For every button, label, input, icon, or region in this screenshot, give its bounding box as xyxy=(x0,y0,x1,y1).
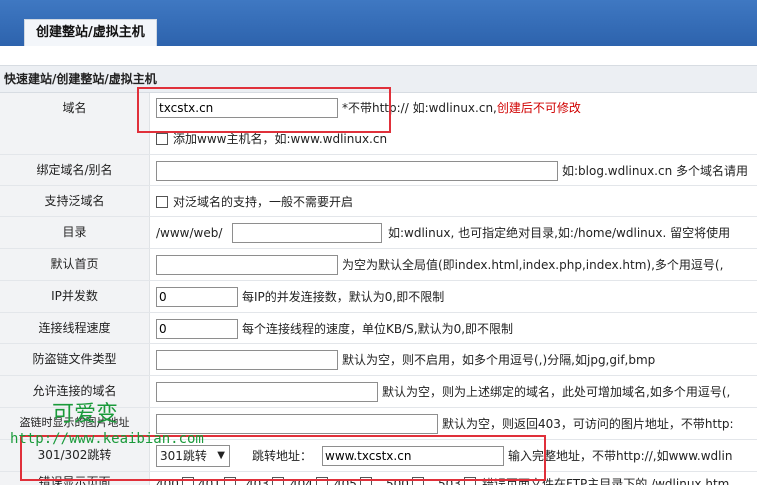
directory-input[interactable] xyxy=(232,223,382,243)
row-wildcard: 支持泛域名 对泛域名的支持，一般不需要开启 xyxy=(0,186,757,217)
label-hotlink-types: 防盗链文件类型 xyxy=(0,344,150,375)
index-hint: 为空为默认全局值(即index.html,index.php,index.htm… xyxy=(342,258,724,272)
watermark-url: http://www.keaibian.com xyxy=(10,431,204,447)
label-speed: 连接线程速度 xyxy=(0,313,150,343)
allowed-domains-hint: 默认为空，则为上述绑定的域名，此处可增加域名,如多个用逗号(, xyxy=(382,385,731,399)
alias-input[interactable] xyxy=(156,161,558,181)
row-alias: 绑定域名/别名 如:blog.wdlinux.cn 多个域名请用 xyxy=(0,155,757,186)
watermark-name: 可爱变 xyxy=(52,402,119,427)
row-index: 默认首页 为空为默认全局值(即index.html,index.php,inde… xyxy=(0,249,757,281)
add-www-checkbox[interactable] xyxy=(156,133,168,145)
wildcard-label: 对泛域名的支持，一般不需要开启 xyxy=(173,195,354,209)
ip-conn-input[interactable]: 0 xyxy=(156,287,238,307)
label-alias: 绑定域名/别名 xyxy=(0,155,150,185)
row-hotlink-types: 防盗链文件类型 默认为空，则不启用，如多个用逗号(,)分隔,如jpg,gif,b… xyxy=(0,344,757,376)
label-wildcard: 支持泛域名 xyxy=(0,186,150,216)
allowed-domains-input[interactable] xyxy=(156,382,378,402)
alias-hint: 如:blog.wdlinux.cn 多个域名请用 xyxy=(562,164,749,178)
speed-input[interactable]: 0 xyxy=(156,319,238,339)
speed-hint: 每个连接线程的速度，单位KB/S,默认为0,即不限制 xyxy=(242,322,514,336)
index-input[interactable] xyxy=(156,255,338,275)
highlight-domain xyxy=(137,87,391,133)
label-ip-conn: IP并发数 xyxy=(0,281,150,312)
directory-prefix: /www/web/ xyxy=(156,226,223,240)
hotlink-types-input[interactable] xyxy=(156,350,338,370)
row-speed: 连接线程速度 0 每个连接线程的速度，单位KB/S,默认为0,即不限制 xyxy=(0,313,757,344)
directory-hint: 如:wdlinux, 也可指定绝对目录,如:/home/wdlinux. 留空将… xyxy=(388,226,731,240)
top-bar: 创建整站/虚拟主机 xyxy=(0,0,757,46)
label-domain: 域名 xyxy=(0,93,150,154)
domain-warning: 创建后不可修改 xyxy=(496,101,581,115)
hotlink-types-hint: 默认为空，则不启用，如多个用逗号(,)分隔,如jpg,gif,bmp xyxy=(342,353,656,367)
ip-conn-hint: 每IP的并发连接数，默认为0,即不限制 xyxy=(242,290,445,304)
row-ip-conn: IP并发数 0 每IP的并发连接数，默认为0,即不限制 xyxy=(0,281,757,313)
tab-create-site[interactable]: 创建整站/虚拟主机 xyxy=(24,19,157,46)
label-index: 默认首页 xyxy=(0,249,150,280)
wildcard-checkbox[interactable] xyxy=(156,196,168,208)
label-directory: 目录 xyxy=(0,217,150,248)
hotlink-image-hint: 默认为空，则返回403，可访问的图片地址，不带http: xyxy=(442,417,734,431)
row-directory: 目录 /www/web/ 如:wdlinux, 也可指定绝对目录,如:/home… xyxy=(0,217,757,249)
